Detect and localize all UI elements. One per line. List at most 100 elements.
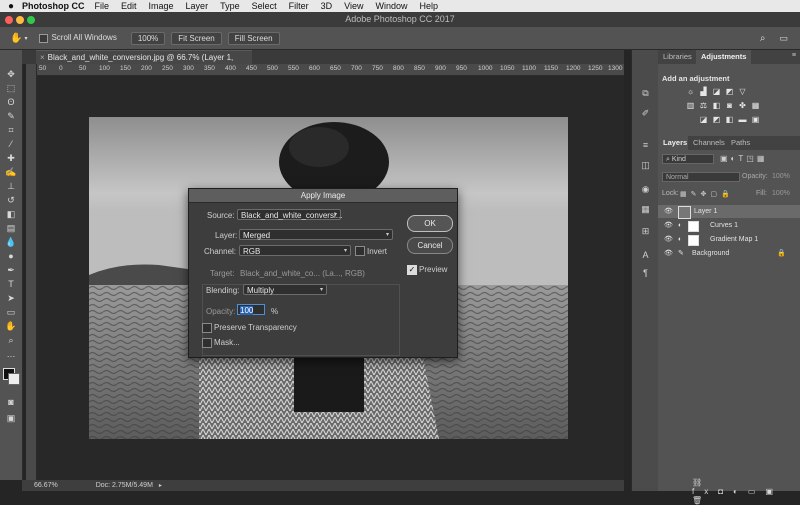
gradient-tool-icon[interactable]: ▤ (4, 222, 18, 234)
fill-value[interactable]: 100% (772, 190, 790, 197)
tab-libraries[interactable]: Libraries (658, 50, 697, 64)
menu-filter[interactable]: Filter (289, 1, 309, 11)
workspace-icon[interactable]: ▭ (779, 33, 788, 44)
brush-tool-icon[interactable]: ✍ (4, 166, 18, 178)
gradient-map-icon[interactable]: ▬ (738, 116, 747, 124)
channel-mixer-icon[interactable]: ✤ (738, 102, 747, 110)
source-select[interactable]: Black_and_white_conversi... ▾ (237, 209, 342, 220)
glyphs-panel-icon[interactable]: ⊞ (639, 226, 652, 238)
screen-mode-icon[interactable]: ▣ (4, 412, 18, 424)
blur-tool-icon[interactable]: 💧 (4, 236, 18, 248)
menu-type[interactable]: Type (220, 1, 240, 11)
paragraph-panel-icon[interactable]: ¶ (639, 268, 652, 280)
fit-screen-button[interactable]: Fit Screen (171, 31, 222, 45)
layer-row[interactable]: 👁 ◐ Curves 1 (658, 219, 800, 232)
history-panel-icon[interactable]: ⧉ (639, 88, 652, 100)
type-tool-icon[interactable]: T (4, 278, 18, 290)
lasso-tool-icon[interactable]: ʘ (4, 96, 18, 108)
marquee-tool-icon[interactable]: ⬚ (4, 82, 18, 94)
vibrance-adjustment-icon[interactable]: ▽ (738, 88, 747, 96)
layer-panel-footer-icons[interactable]: ⛓fx◘◐▭▣🗑 (692, 478, 800, 505)
properties-panel-icon[interactable]: ≡ (639, 140, 652, 152)
blending-select[interactable]: Multiply ▾ (243, 284, 327, 295)
invert-adjustment-icon[interactable]: ◪ (699, 116, 708, 124)
shape-tool-icon[interactable]: ▭ (4, 306, 18, 318)
close-tab-icon[interactable]: × (40, 53, 45, 62)
stamp-tool-icon[interactable]: ⊥ (4, 180, 18, 192)
invert-checkbox[interactable] (355, 246, 365, 256)
layer-filter-kind[interactable]: ⌕ Kind (662, 154, 714, 164)
status-menu-chevron-icon[interactable]: ▸ (159, 483, 162, 489)
fill-screen-button[interactable]: Fill Screen (227, 31, 280, 45)
scroll-all-windows-checkbox[interactable]: Scroll All Windows (39, 33, 117, 43)
selective-color-icon[interactable]: ▣ (751, 116, 760, 124)
visibility-eye-icon[interactable]: 👁 (664, 219, 673, 232)
preview-checkbox[interactable]: ✓ (407, 265, 417, 275)
menu-image[interactable]: Image (149, 1, 174, 11)
app-menu[interactable]: Photoshop CC (22, 1, 85, 11)
exposure-adjustment-icon[interactable]: ◩ (725, 88, 734, 96)
tab-channels[interactable]: Channels (688, 136, 730, 150)
layer-filter-icons[interactable]: ▣◐T◳▦ (720, 154, 767, 163)
threshold-icon[interactable]: ◧ (725, 116, 734, 124)
black-white-icon[interactable]: ◧ (712, 102, 721, 110)
eraser-tool-icon[interactable]: ◧ (4, 208, 18, 220)
visibility-eye-icon[interactable]: 👁 (664, 247, 673, 260)
dodge-tool-icon[interactable]: ● (4, 250, 18, 262)
tool-preset-chevron-icon[interactable]: ▾ (24, 35, 27, 42)
menu-select[interactable]: Select (252, 1, 277, 11)
menu-layer[interactable]: Layer (186, 1, 209, 11)
character-panel-icon[interactable]: A (639, 250, 652, 262)
menu-window[interactable]: Window (375, 1, 407, 11)
eyedropper-tool-icon[interactable]: ⁄ (4, 138, 18, 150)
history-brush-icon[interactable]: ↺ (4, 194, 18, 206)
document-tab[interactable]: × Black_and_white_conversion.jpg @ 66.7% … (36, 50, 252, 75)
zoom-level[interactable]: 66.67% (34, 482, 58, 489)
crop-tool-icon[interactable]: ⌗ (4, 124, 18, 136)
quick-select-tool-icon[interactable]: ✎ (4, 110, 18, 122)
hand-tool-icon[interactable]: ✋ (10, 33, 22, 44)
menu-3d[interactable]: 3D (321, 1, 333, 11)
menu-file[interactable]: File (95, 1, 110, 11)
visibility-eye-icon[interactable]: 👁 (664, 205, 673, 218)
swatches-panel-icon[interactable]: ▦ (639, 204, 652, 216)
more-tools-icon[interactable]: … (4, 348, 18, 360)
levels-adjustment-icon[interactable]: ▟ (699, 88, 708, 96)
visibility-eye-icon[interactable]: 👁 (664, 233, 673, 246)
color-lookup-icon[interactable]: ▦ (751, 102, 760, 110)
menu-help[interactable]: Help (419, 1, 438, 11)
vertical-ruler[interactable] (26, 64, 37, 480)
color-balance-icon[interactable]: ⚖ (699, 102, 708, 110)
zoom-100-button[interactable]: 100% (130, 31, 166, 45)
brightness-adjustment-icon[interactable]: ☼ (686, 88, 695, 96)
hand-tool-icon[interactable]: ✋ (4, 320, 18, 332)
layer-row[interactable]: 👁 ✎ Background 🔒 (658, 247, 800, 260)
preserve-transparency-checkbox[interactable] (202, 323, 212, 333)
menu-edit[interactable]: Edit (121, 1, 137, 11)
ok-button[interactable]: OK (407, 215, 453, 232)
minimize-window-button[interactable] (16, 16, 24, 24)
close-window-button[interactable] (5, 16, 13, 24)
curves-adjustment-icon[interactable]: ◪ (712, 88, 721, 96)
mask-checkbox[interactable] (202, 338, 212, 348)
menu-view[interactable]: View (344, 1, 363, 11)
tab-adjustments[interactable]: Adjustments (696, 50, 752, 64)
lock-icons[interactable]: ▦✎✥▢🔒 (680, 190, 734, 198)
layer-select[interactable]: Merged ▾ (239, 229, 393, 240)
move-tool-icon[interactable]: ✥ (4, 68, 18, 80)
background-color-swatch[interactable] (8, 373, 20, 385)
color-panel-icon[interactable]: ◉ (639, 184, 652, 196)
cancel-button[interactable]: Cancel (407, 237, 453, 254)
channel-select[interactable]: RGB ▾ (239, 245, 351, 256)
path-select-tool-icon[interactable]: ➤ (4, 292, 18, 304)
blend-mode-select[interactable]: Normal (662, 172, 740, 182)
layer-row[interactable]: 👁 ◐ Gradient Map 1 (658, 233, 800, 246)
search-icon[interactable]: ⌕ (760, 33, 766, 44)
opacity-input[interactable]: 100 (237, 304, 265, 315)
apple-icon[interactable]: ● (0, 1, 22, 12)
hue-saturation-icon[interactable]: ▥ (686, 102, 695, 110)
horizontal-ruler[interactable]: 50 0 50 100 150 200 250 300 350 400 450 … (36, 64, 624, 76)
healing-tool-icon[interactable]: ✚ (4, 152, 18, 164)
layer-row[interactable]: 👁 Layer 1 (658, 205, 800, 219)
opacity-value[interactable]: 100% (772, 173, 790, 180)
